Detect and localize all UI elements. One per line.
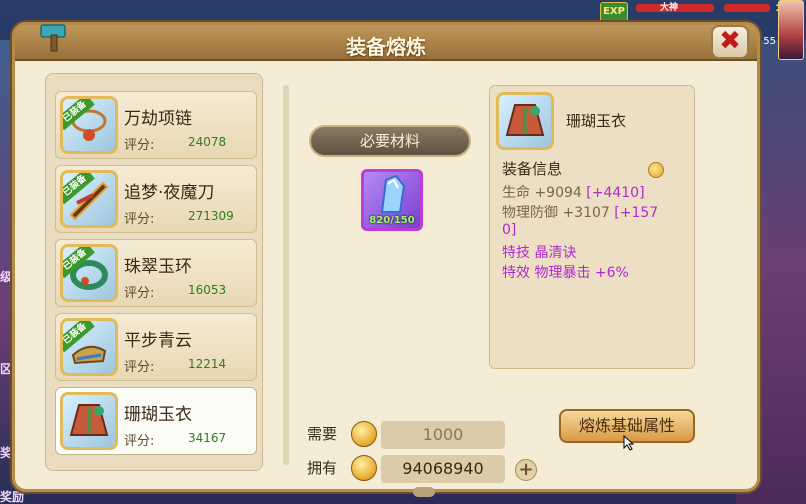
item-score: 12214 [188, 357, 227, 371]
stat-base: +3107 [562, 205, 610, 221]
robe-icon [496, 92, 554, 150]
score-label: 评分: [124, 212, 155, 227]
item-name: 珊瑚玉衣 [124, 405, 192, 425]
blade-icon: 已装备 [60, 170, 118, 228]
hp-bar-right [724, 4, 770, 12]
item-name: 追梦·夜魔刀 [124, 183, 215, 203]
stat-row: 物理防御 +3107 [+157 [502, 202, 658, 222]
hud-name-left: 大神 [660, 3, 679, 13]
own-label: 拥有 [307, 459, 338, 477]
boots-icon: 已装备 [60, 318, 118, 376]
robe-icon [60, 392, 118, 450]
score-label: 评分: [124, 286, 155, 301]
item-name: 珠翠玉环 [124, 257, 192, 277]
effect-text: 特效 物理暴击 +6% [502, 265, 629, 281]
required-materials-title: 必要材料 [309, 125, 471, 157]
item-name: 平步青云 [124, 331, 192, 351]
skill-text: 特技 晶清诀 [502, 245, 577, 261]
stat-row: 0] [502, 222, 516, 238]
stat-label: 物理防御 [502, 205, 558, 221]
side-text: 级 [0, 270, 13, 284]
exp-badge: EXP [600, 2, 628, 22]
equipment-item-selected[interactable]: 珊瑚玉衣 评分: 34167 [55, 387, 257, 455]
score-label: 评分: [124, 360, 155, 375]
score-label: 评分: [124, 138, 155, 153]
smelt-window: 装备熔炼 ✖ 已装备 万劫项链 评分: 24078 已装备 追梦·夜魔刀 评分:… [12, 22, 760, 497]
info-item-name: 珊瑚玉衣 [566, 112, 627, 130]
stat-bonus: [+4410] [586, 185, 645, 201]
coin-icon [351, 421, 377, 447]
stat-label: 生命 [502, 185, 530, 201]
coin-icon [351, 455, 377, 481]
material-slot[interactable]: 820/150 [361, 169, 423, 231]
equipment-item[interactable]: 已装备 追梦·夜魔刀 评分: 271309 [55, 165, 257, 233]
side-text: 区 [0, 362, 13, 376]
stat-base: +9094 [534, 185, 582, 201]
equipment-item[interactable]: 已装备 珠翠玉环 评分: 16053 [55, 239, 257, 307]
item-score: 24078 [188, 135, 227, 149]
crystal-icon [380, 174, 406, 213]
need-label: 需要 [307, 425, 338, 443]
player-avatar[interactable] [778, 0, 804, 60]
ring-icon: 已装备 [60, 244, 118, 302]
score-label: 评分: [124, 434, 155, 449]
item-score: 271309 [188, 209, 234, 223]
item-score: 16053 [188, 283, 227, 297]
equipment-item[interactable]: 已装备 平步青云 评分: 12214 [55, 313, 257, 381]
close-button[interactable]: ✖ [711, 25, 749, 59]
necklace-icon: 已装备 [60, 96, 118, 154]
item-score: 34167 [188, 431, 227, 445]
bottom-handle[interactable] [413, 487, 435, 497]
info-section-title: 装备信息 [502, 160, 563, 178]
stat-bonus: [+157 [614, 205, 659, 221]
need-value: 1000 [381, 421, 505, 449]
item-name: 万劫项链 [124, 109, 192, 129]
stat-row: 生命 +9094 [+4410] [502, 182, 645, 202]
equipment-info-panel: 珊瑚玉衣 装备信息 生命 +9094 [+4410] 物理防御 +3107 [+… [489, 85, 695, 369]
title-bar: 装备熔炼 ✖ [15, 24, 757, 61]
equipment-item[interactable]: 已装备 万劫项链 评分: 24078 [55, 91, 257, 159]
coin-icon [648, 162, 664, 178]
material-count: 820/150 [369, 215, 415, 226]
add-coins-button[interactable]: + [515, 459, 537, 481]
stat-bonus: 0] [502, 222, 517, 238]
window-title: 装备熔炼 [346, 35, 426, 59]
list-scrollbar[interactable] [283, 85, 289, 465]
pointer-icon [623, 435, 635, 451]
own-value: 94068940 [381, 455, 505, 483]
